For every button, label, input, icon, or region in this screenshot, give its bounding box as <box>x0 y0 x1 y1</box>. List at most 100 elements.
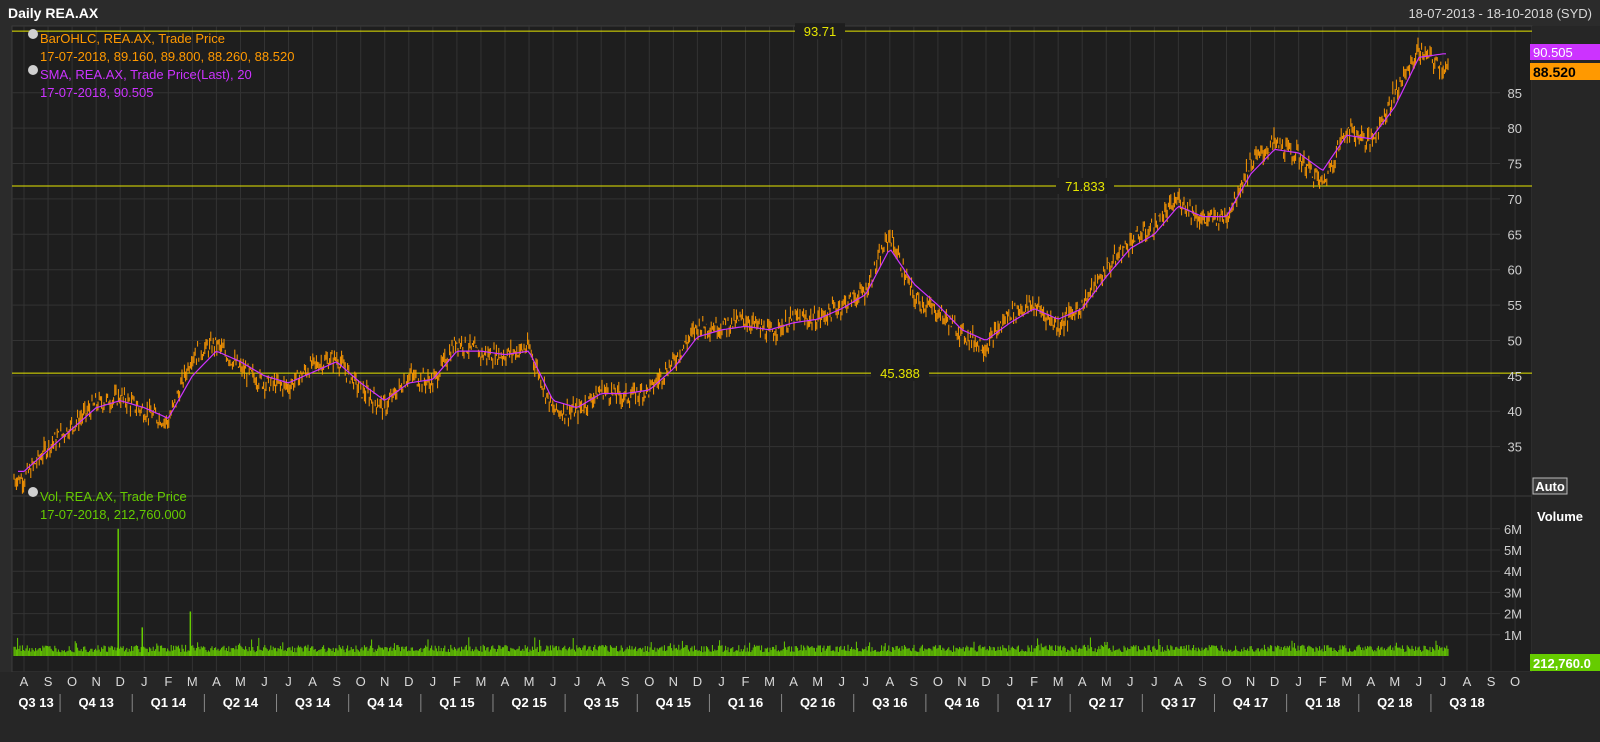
month-tick-label: N <box>91 674 100 689</box>
month-tick-label: A <box>1174 674 1183 689</box>
price-tick-label: 40 <box>1508 404 1522 419</box>
price-tick-label: 75 <box>1508 157 1522 172</box>
vol-legend-title: Vol, REA.AX, Trade Price <box>40 489 187 504</box>
month-tick-label: J <box>1416 674 1423 689</box>
price-auto-label[interactable]: Auto <box>1535 479 1565 494</box>
month-tick-label: F <box>164 674 172 689</box>
quarter-tick-label: Q4 15 <box>656 695 691 710</box>
volume-tick-label: 1M <box>1504 628 1522 643</box>
volume-tick-label: 5M <box>1504 543 1522 558</box>
ohlc-legend-icon[interactable] <box>28 29 38 39</box>
month-tick-label: A <box>1366 674 1375 689</box>
month-tick-label: A <box>308 674 317 689</box>
month-tick-label: J <box>1440 674 1447 689</box>
month-tick-label: M <box>1053 674 1064 689</box>
month-tick-label: D <box>693 674 702 689</box>
month-tick-label: J <box>1295 674 1302 689</box>
month-tick-label: M <box>235 674 246 689</box>
month-tick-label: D <box>1270 674 1279 689</box>
month-tick-label: S <box>910 674 919 689</box>
price-tick-label: 65 <box>1508 227 1522 242</box>
sma-legend-values: 17-07-2018, 90.505 <box>40 85 153 100</box>
month-tick-label: M <box>764 674 775 689</box>
month-tick-label: F <box>742 674 750 689</box>
month-tick-label: A <box>1078 674 1087 689</box>
volume-tick-label: 4M <box>1504 564 1522 579</box>
month-tick-label: O <box>933 674 943 689</box>
month-tick-label: J <box>430 674 437 689</box>
price-tick-label: 35 <box>1508 440 1522 455</box>
price-tick-label: 50 <box>1508 333 1522 348</box>
month-tick-label: A <box>789 674 798 689</box>
month-tick-label: J <box>1007 674 1014 689</box>
quarter-tick-label: Q3 14 <box>295 695 331 710</box>
quarter-tick-label: Q1 15 <box>439 695 474 710</box>
price-tick-label: 45 <box>1508 369 1522 384</box>
month-tick-label: S <box>44 674 53 689</box>
quarter-tick-label: Q3 16 <box>872 695 907 710</box>
chart-title: Daily REA.AX <box>8 5 99 21</box>
last-price-tag-label: 88.520 <box>1533 64 1576 80</box>
volume-axis-title: Volume <box>1537 509 1583 524</box>
quarter-tick-label: Q3 17 <box>1161 695 1196 710</box>
month-tick-label: J <box>550 674 557 689</box>
month-tick-label: O <box>1510 674 1520 689</box>
month-tick-label: M <box>812 674 823 689</box>
month-tick-label: J <box>141 674 148 689</box>
month-tick-label: A <box>212 674 221 689</box>
month-tick-label: J <box>838 674 845 689</box>
sma-legend-icon[interactable] <box>28 65 38 75</box>
price-tick-label: 85 <box>1508 86 1522 101</box>
quarter-tick-label: Q3 15 <box>583 695 618 710</box>
month-tick-label: O <box>67 674 77 689</box>
month-tick-label: A <box>501 674 510 689</box>
month-tick-label: J <box>261 674 268 689</box>
vol-legend-icon[interactable] <box>28 487 38 497</box>
volume-tick-label: 6M <box>1504 522 1522 537</box>
quarter-tick-label: Q2 15 <box>511 695 546 710</box>
quarter-tick-label: Q1 14 <box>151 695 187 710</box>
month-tick-label: M <box>1101 674 1112 689</box>
month-tick-label: M <box>524 674 535 689</box>
price-tick-label: 60 <box>1508 263 1522 278</box>
quarter-tick-label: Q2 16 <box>800 695 835 710</box>
quarter-tick-label: Q1 16 <box>728 695 763 710</box>
month-tick-label: N <box>669 674 678 689</box>
month-tick-label: N <box>957 674 966 689</box>
month-tick-label: M <box>476 674 487 689</box>
quarter-tick-label: Q1 17 <box>1016 695 1051 710</box>
volume-tick-label: 3M <box>1504 585 1522 600</box>
month-tick-label: F <box>1030 674 1038 689</box>
month-tick-label: S <box>621 674 630 689</box>
quarter-tick-label: Q4 17 <box>1233 695 1268 710</box>
month-tick-label: A <box>1463 674 1472 689</box>
date-range: 18-07-2013 - 18-10-2018 (SYD) <box>1408 6 1592 21</box>
quarter-tick-label: Q1 18 <box>1305 695 1340 710</box>
sma-price-tag-label: 90.505 <box>1533 45 1573 60</box>
month-tick-label: J <box>574 674 581 689</box>
quarter-tick-label: Q4 16 <box>944 695 979 710</box>
quarter-tick-label: Q3 18 <box>1449 695 1484 710</box>
month-tick-label: M <box>1341 674 1352 689</box>
month-tick-label: N <box>1246 674 1255 689</box>
ohlc-legend-values: 17-07-2018, 89.160, 89.800, 88.260, 88.5… <box>40 49 294 64</box>
month-tick-label: A <box>20 674 29 689</box>
volume-tick-label: 2M <box>1504 607 1522 622</box>
month-tick-label: O <box>1221 674 1231 689</box>
sma-legend-title: SMA, REA.AX, Trade Price(Last), 20 <box>40 67 252 82</box>
month-tick-label: J <box>718 674 725 689</box>
price-tick-label: 80 <box>1508 121 1522 136</box>
month-tick-label: A <box>885 674 894 689</box>
month-tick-label: S <box>332 674 341 689</box>
month-tick-label: F <box>453 674 461 689</box>
month-tick-label: D <box>981 674 990 689</box>
quarter-tick-label: Q4 13 <box>78 695 113 710</box>
chart-canvas: 93.71 71.833 45.388 35 40 45 50 55 60 65 70 75 80 85… <box>0 0 1600 742</box>
quarter-tick-label: Q4 14 <box>367 695 403 710</box>
volume-tag-label: 212,760.0 <box>1533 656 1591 671</box>
month-tick-label: S <box>1487 674 1496 689</box>
month-tick-label: F <box>1319 674 1327 689</box>
reference-line-label: 93.71 <box>804 24 837 39</box>
quarter-tick-label: Q3 13 <box>18 695 53 710</box>
month-tick-label: J <box>285 674 292 689</box>
